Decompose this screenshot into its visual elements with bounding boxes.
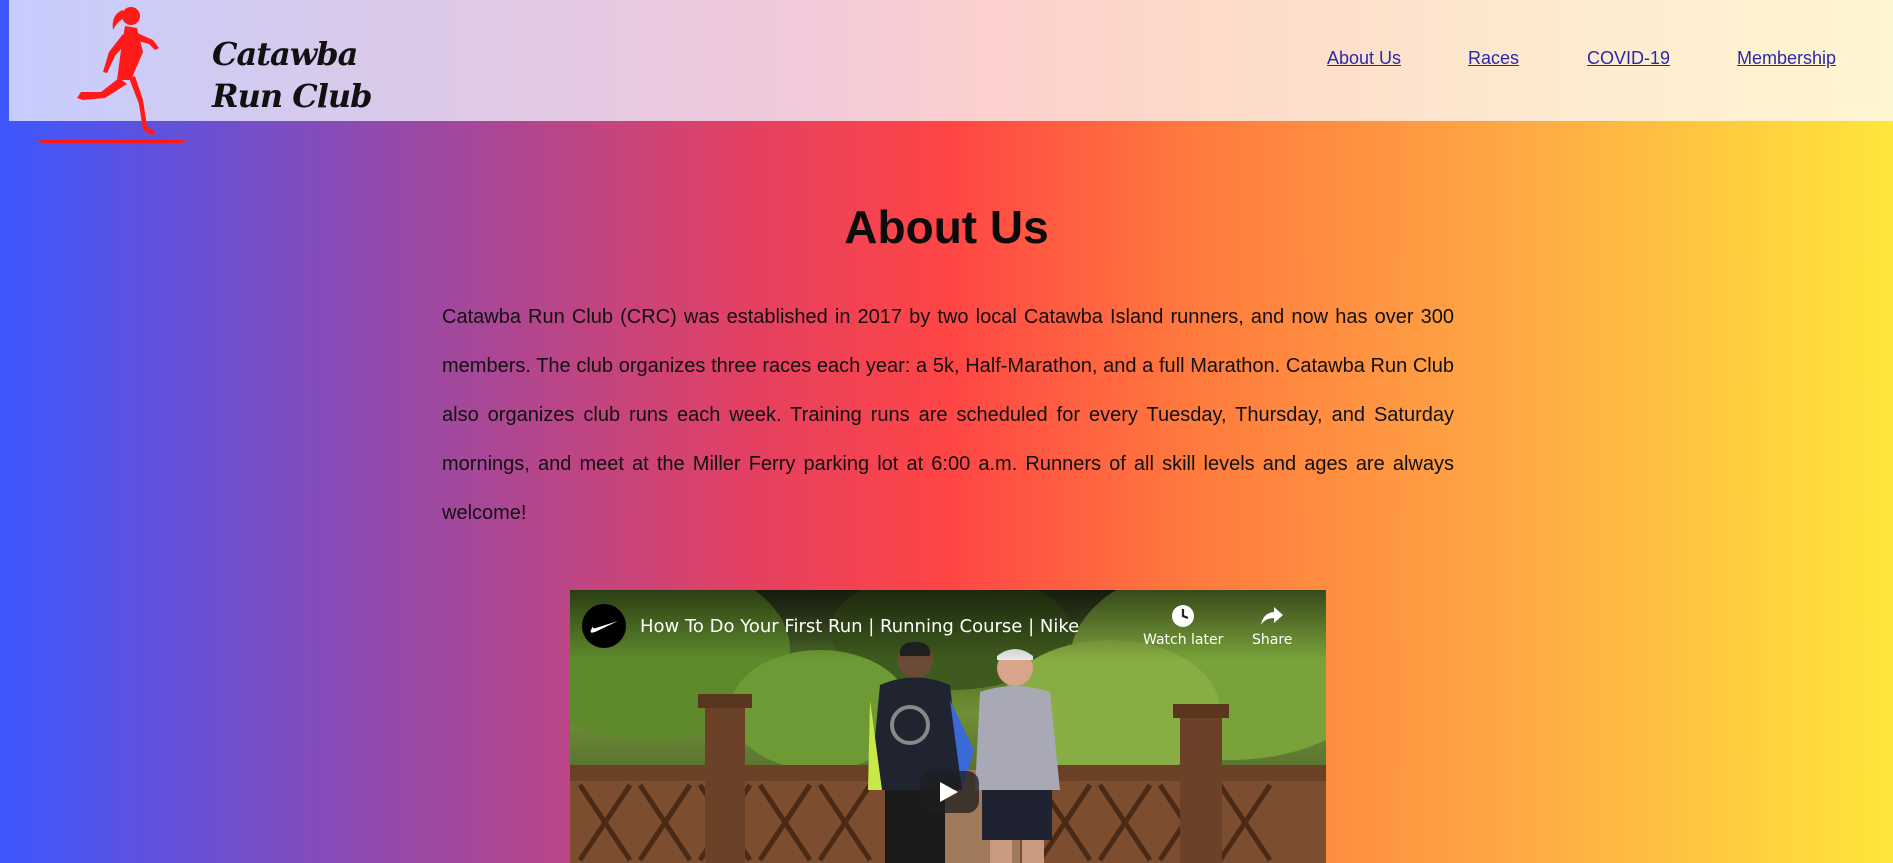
play-button[interactable]: [919, 771, 979, 813]
share-label: Share: [1252, 632, 1293, 648]
brand-line-2: Run Club: [212, 77, 373, 115]
runner-logo-icon[interactable]: [31, 0, 191, 145]
brand-line-1: Catawba: [212, 35, 358, 73]
about-paragraph: Catawba Run Club (CRC) was established i…: [442, 306, 1454, 524]
site-brand[interactable]: Catawba Run Club: [212, 33, 373, 117]
play-icon: [940, 782, 958, 802]
nav-link-races[interactable]: Races: [1468, 48, 1519, 69]
nav-link-about-us[interactable]: About Us: [1327, 48, 1401, 69]
nav-link-membership[interactable]: Membership: [1737, 48, 1836, 69]
page-title: About Us: [844, 201, 1049, 253]
clock-icon: [1172, 605, 1195, 627]
nav-link-covid-19[interactable]: COVID-19: [1587, 48, 1670, 69]
share-button[interactable]: Share: [1252, 604, 1292, 648]
watch-later-label: Watch later: [1143, 632, 1224, 648]
embedded-video-player[interactable]: How To Do Your First Run | Running Cours…: [570, 590, 1326, 863]
nike-swoosh-icon[interactable]: [582, 604, 626, 648]
share-arrow-icon: [1261, 607, 1284, 625]
watch-later-button[interactable]: Watch later: [1143, 604, 1223, 648]
video-title[interactable]: How To Do Your First Run | Running Cours…: [640, 616, 1079, 637]
